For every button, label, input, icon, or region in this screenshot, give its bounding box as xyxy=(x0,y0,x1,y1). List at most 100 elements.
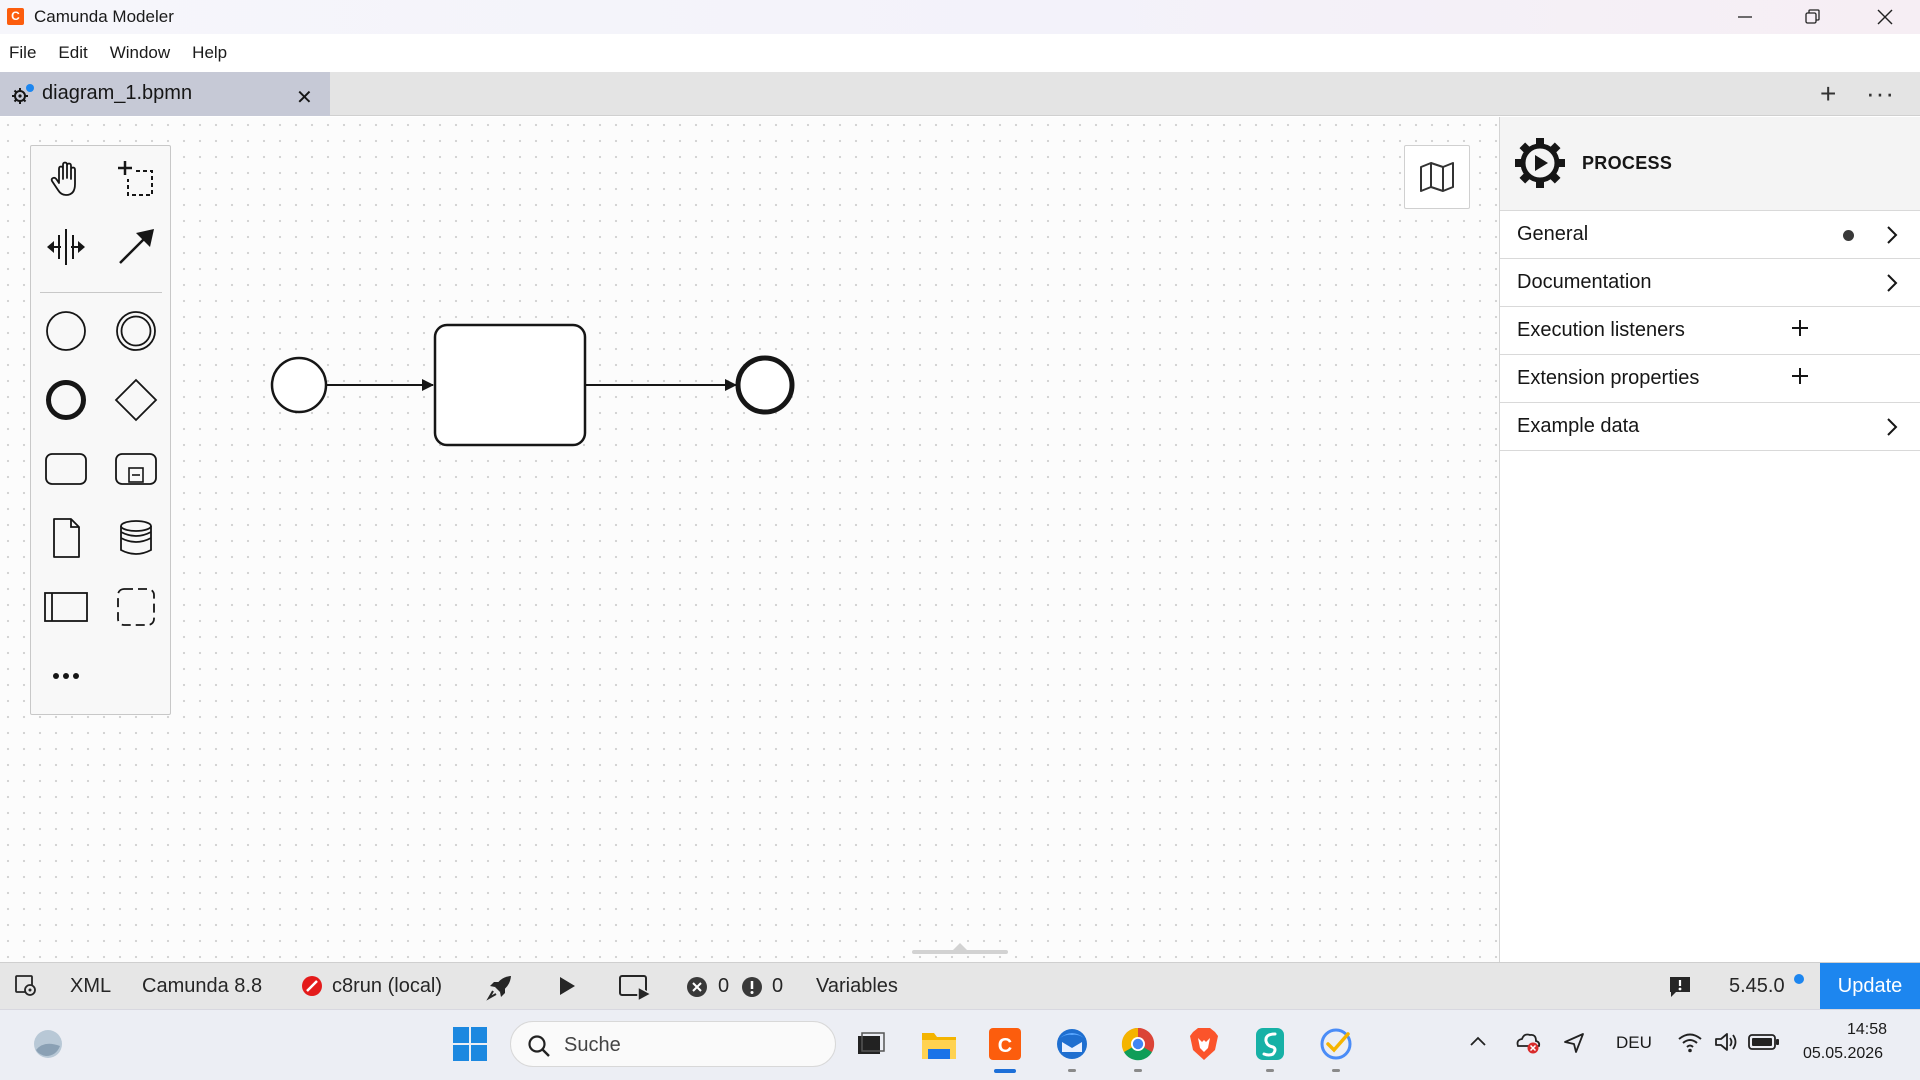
more-tools-button[interactable] xyxy=(41,651,91,701)
feedback-icon[interactable] xyxy=(1668,975,1692,999)
create-end-event[interactable] xyxy=(41,375,91,425)
group-execution-listeners[interactable]: Execution listeners xyxy=(1500,307,1920,355)
map-icon xyxy=(1420,162,1454,192)
properties-panel: PROCESS General Documentation Execution … xyxy=(1499,117,1920,962)
task[interactable] xyxy=(433,323,587,447)
menu-file[interactable]: File xyxy=(9,43,36,63)
brave-icon[interactable] xyxy=(1184,1024,1224,1064)
subprocess-icon xyxy=(115,453,157,485)
signal-app-icon[interactable] xyxy=(1250,1024,1290,1064)
clock-time[interactable]: 14:58 xyxy=(1847,1021,1887,1039)
widgets-weather-icon[interactable] xyxy=(28,1024,68,1064)
create-data-object[interactable] xyxy=(41,513,91,563)
hand-tool[interactable] xyxy=(41,154,91,204)
properties-header: PROCESS xyxy=(1500,117,1920,211)
end-event[interactable] xyxy=(735,355,795,415)
create-gateway[interactable] xyxy=(111,375,161,425)
start-button[interactable] xyxy=(450,1024,490,1064)
warning-count: 0 xyxy=(772,975,784,997)
variables-button[interactable]: Variables xyxy=(816,975,898,998)
camunda-app-icon: C xyxy=(7,8,24,25)
group-label: Documentation xyxy=(1517,271,1652,293)
group-documentation[interactable]: Documentation xyxy=(1500,259,1920,307)
menu-edit[interactable]: Edit xyxy=(58,43,87,63)
group-icon xyxy=(117,588,155,626)
start-instance-icon[interactable] xyxy=(618,973,654,1001)
create-start-event[interactable] xyxy=(41,306,91,356)
connect-tool[interactable] xyxy=(111,222,161,272)
onedrive-error-icon[interactable] xyxy=(1514,1030,1542,1054)
add-plus-icon[interactable] xyxy=(1790,366,1810,386)
create-data-store[interactable] xyxy=(111,513,161,563)
bpmn-canvas[interactable] xyxy=(0,117,1499,962)
tab-diagram[interactable]: diagram_1.bpmn ✕ xyxy=(0,72,330,116)
add-plus-icon[interactable] xyxy=(1790,318,1810,338)
bottom-panel-resize-handle[interactable] xyxy=(912,950,1008,954)
tab-label: diagram_1.bpmn xyxy=(42,82,193,104)
minimize-button[interactable] xyxy=(1710,0,1780,34)
update-available-dot xyxy=(1794,974,1804,984)
app-version[interactable]: 5.45.0 xyxy=(1729,975,1785,998)
space-tool-icon xyxy=(47,229,85,265)
bpmn-file-icon xyxy=(11,83,35,105)
error-count: 0 xyxy=(718,975,730,997)
tray-chevron-up-icon[interactable] xyxy=(1469,1034,1487,1048)
data-store-icon xyxy=(120,520,152,555)
xml-view-toggle[interactable]: XML xyxy=(70,975,111,998)
chevron-right-icon xyxy=(1885,225,1899,245)
panel-resize-arrow[interactable] xyxy=(953,943,967,950)
tab-close-icon[interactable]: ✕ xyxy=(296,85,313,110)
restore-button[interactable] xyxy=(1778,0,1848,34)
new-tab-button[interactable]: + xyxy=(1820,80,1836,108)
minimap-toggle[interactable] xyxy=(1404,145,1470,209)
running-indicator xyxy=(1134,1069,1142,1072)
chrome-icon[interactable] xyxy=(1118,1024,1158,1064)
start-event[interactable] xyxy=(270,356,328,414)
thunderbird-icon[interactable] xyxy=(1052,1024,1092,1064)
search-placeholder: Suche xyxy=(564,1034,621,1056)
gateway-icon xyxy=(114,378,158,422)
warning-count-icon[interactable] xyxy=(741,976,763,998)
space-tool[interactable] xyxy=(41,222,91,272)
volume-icon[interactable] xyxy=(1713,1031,1739,1053)
update-button[interactable]: Update xyxy=(1820,963,1920,1010)
create-task[interactable] xyxy=(41,444,91,494)
camunda-taskbar-icon[interactable]: C xyxy=(985,1024,1025,1064)
lasso-tool[interactable] xyxy=(111,154,161,204)
create-group[interactable] xyxy=(111,582,161,632)
group-general[interactable]: General xyxy=(1500,211,1920,259)
run-play-icon[interactable] xyxy=(556,975,578,997)
more-options-button[interactable]: ··· xyxy=(1866,78,1895,109)
close-window-button[interactable] xyxy=(1850,0,1920,34)
group-extension-properties[interactable]: Extension properties xyxy=(1500,355,1920,403)
group-example-data[interactable]: Example data xyxy=(1500,403,1920,451)
active-app-indicator xyxy=(994,1069,1016,1073)
status-bar: XML Camunda 8.8 c8run (local) 0 0 Variab… xyxy=(0,962,1920,1010)
language-indicator[interactable]: DEU xyxy=(1616,1033,1652,1053)
create-intermediate-event[interactable] xyxy=(111,306,161,356)
platform-version-selector[interactable]: Camunda 8.8 xyxy=(142,975,262,998)
menu-window[interactable]: Window xyxy=(110,43,170,63)
wifi-icon[interactable] xyxy=(1677,1031,1703,1053)
task-icon xyxy=(45,453,87,485)
windows-taskbar: Suche C DEU 14:58 05.05.2026 xyxy=(0,1009,1920,1080)
engine-connection-button[interactable]: c8run (local) xyxy=(332,975,442,998)
battery-icon[interactable] xyxy=(1748,1034,1780,1050)
clock-date[interactable]: 05.05.2026 xyxy=(1803,1045,1883,1063)
task-view-icon[interactable] xyxy=(850,1024,890,1064)
window-title: Camunda Modeler xyxy=(34,7,174,26)
running-indicator xyxy=(1332,1069,1340,1072)
location-arrow-icon[interactable] xyxy=(1562,1031,1586,1055)
error-count-icon[interactable] xyxy=(686,976,708,998)
taskbar-search-box[interactable]: Suche xyxy=(510,1021,836,1067)
create-subprocess[interactable] xyxy=(111,444,161,494)
more-dots-icon xyxy=(53,673,79,679)
element-type-label: PROCESS xyxy=(1582,153,1673,173)
menu-help[interactable]: Help xyxy=(192,43,227,63)
create-pool[interactable] xyxy=(41,582,91,632)
todo-app-icon[interactable] xyxy=(1316,1024,1356,1064)
title-bar: C Camunda Modeler xyxy=(0,0,1920,34)
settings-gear-icon[interactable] xyxy=(13,973,39,999)
file-explorer-icon[interactable] xyxy=(919,1024,959,1064)
deploy-rocket-icon[interactable] xyxy=(486,973,514,1001)
